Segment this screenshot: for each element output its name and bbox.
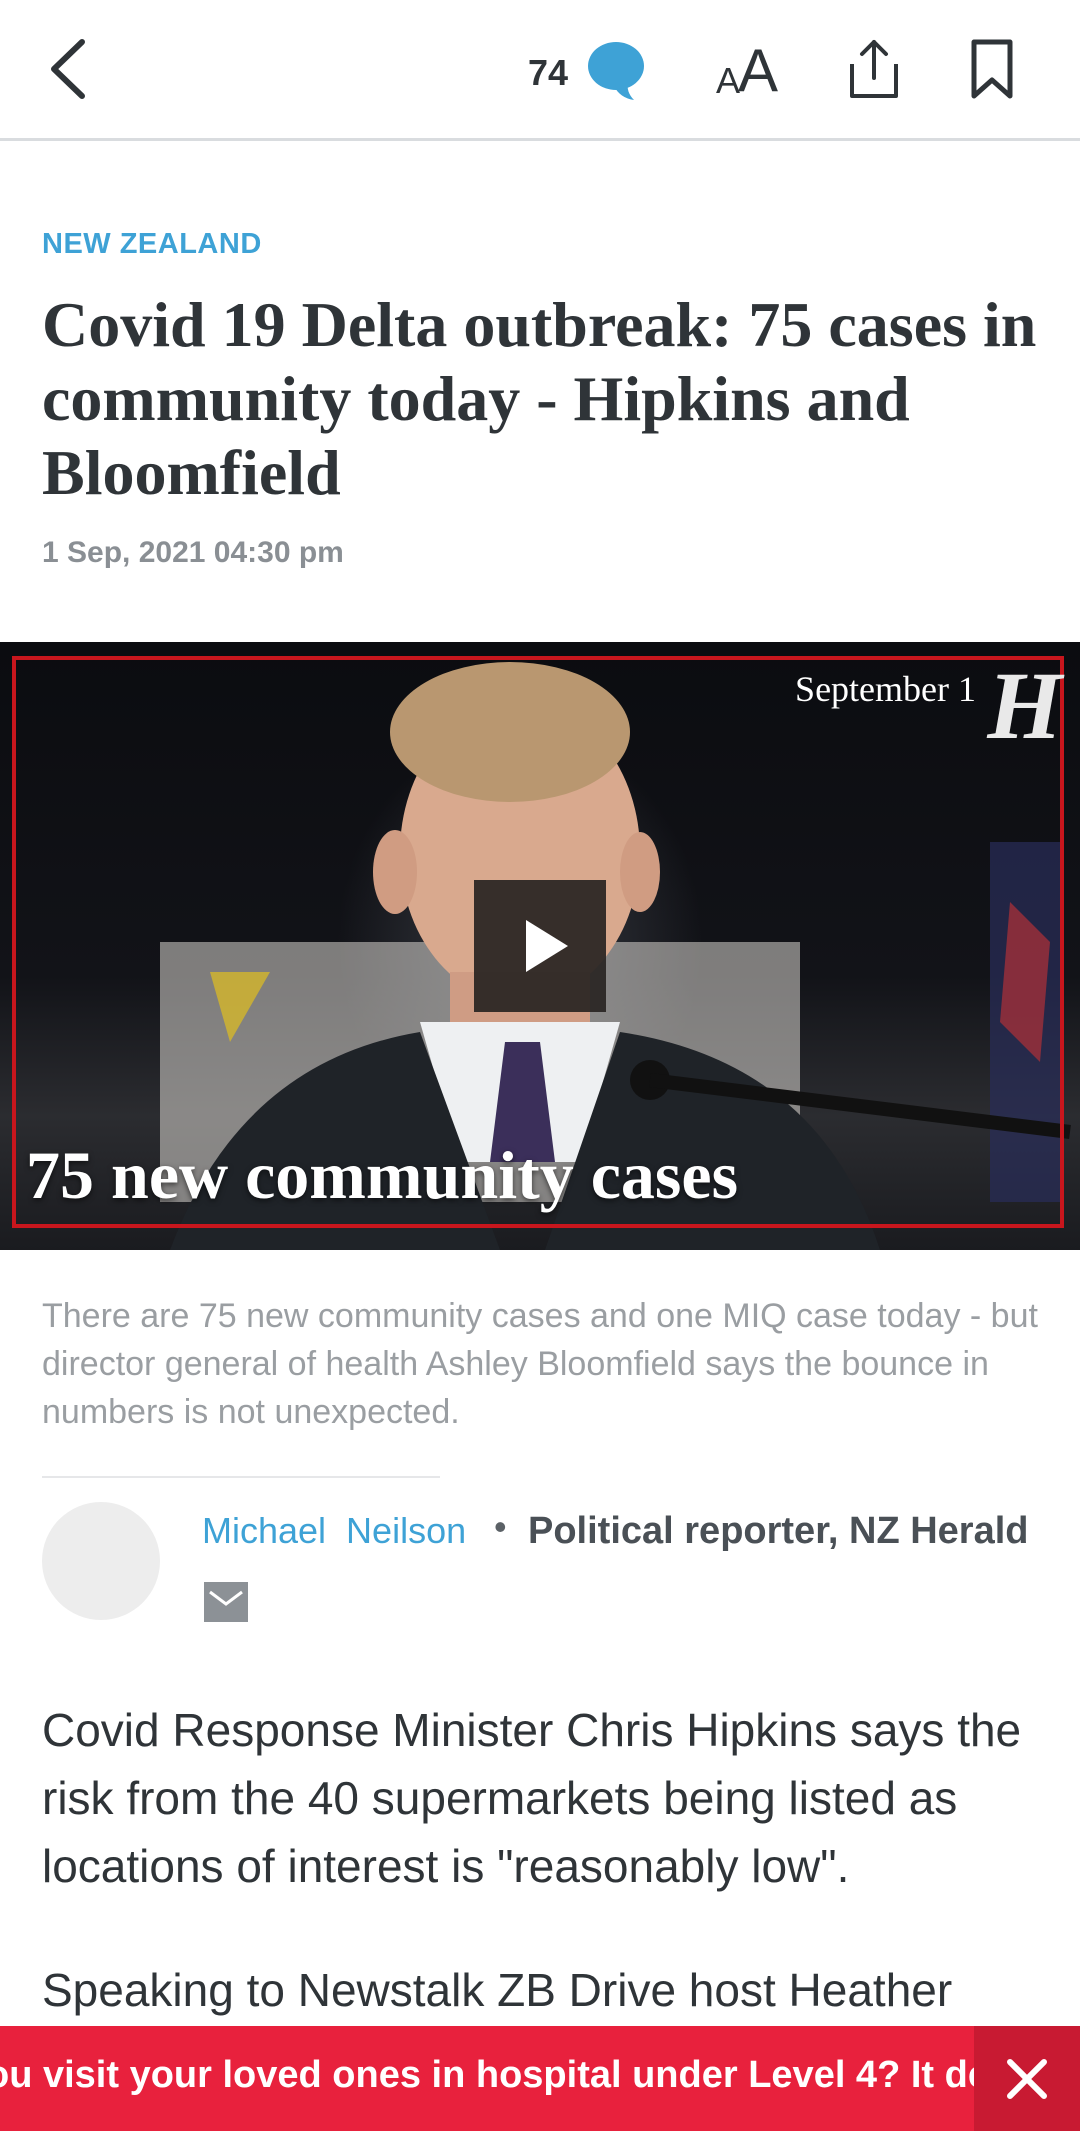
article-date: 1 Sep, 2021 04:30 pm bbox=[42, 536, 344, 569]
video-caption: There are 75 new community cases and one… bbox=[42, 1297, 1038, 1431]
play-button[interactable] bbox=[474, 880, 606, 1012]
bookmark-icon bbox=[971, 39, 1013, 99]
back-button[interactable] bbox=[42, 34, 102, 104]
video-player[interactable]: September 1 H 75 new community cases bbox=[0, 642, 1080, 1250]
article-paragraph: Speaking to Newstalk ZB Drive host Heath… bbox=[42, 1964, 953, 2016]
breaking-news-banner[interactable]: ou visit your loved ones in hospital und… bbox=[0, 2026, 1080, 2131]
author-avatar[interactable] bbox=[42, 1502, 160, 1620]
herald-logo: H bbox=[987, 652, 1062, 759]
comment-count: 74 bbox=[528, 52, 569, 93]
article-headline: Covid 19 Delta outbreak: 75 cases in com… bbox=[42, 289, 1037, 508]
article-paragraph: Covid Response Minister Chris Hipkins sa… bbox=[42, 1704, 1022, 1892]
section-label[interactable]: NEW ZEALAND bbox=[42, 228, 262, 261]
close-icon bbox=[1007, 2059, 1047, 2099]
comments-button[interactable]: 74 bbox=[520, 36, 650, 106]
text-size-small-glyph: A bbox=[716, 60, 741, 101]
banner-close-button[interactable] bbox=[974, 2026, 1080, 2131]
share-button[interactable] bbox=[844, 34, 904, 104]
top-toolbar: 74 A A bbox=[0, 0, 1080, 141]
share-icon bbox=[850, 40, 898, 98]
author-separator: • bbox=[494, 1506, 507, 1547]
play-icon bbox=[526, 920, 568, 972]
comment-bubble-icon bbox=[588, 42, 644, 100]
divider bbox=[42, 1476, 440, 1478]
banner-ticker-text[interactable]: ou visit your loved ones in hospital und… bbox=[0, 2054, 976, 2097]
video-date-overlay: September 1 bbox=[795, 669, 976, 709]
text-size-large-glyph: A bbox=[738, 37, 779, 104]
video-caption-overlay: 75 new community cases bbox=[26, 1137, 739, 1213]
email-author-button[interactable] bbox=[204, 1582, 248, 1622]
bookmark-button[interactable] bbox=[964, 38, 1020, 102]
author-role: Political reporter, NZ Herald bbox=[528, 1510, 1029, 1552]
chevron-left-icon bbox=[51, 39, 85, 99]
author-name-link[interactable]: Michael Neilson bbox=[202, 1510, 466, 1552]
envelope-icon bbox=[204, 1582, 248, 1622]
text-size-button[interactable]: A A bbox=[712, 34, 782, 104]
